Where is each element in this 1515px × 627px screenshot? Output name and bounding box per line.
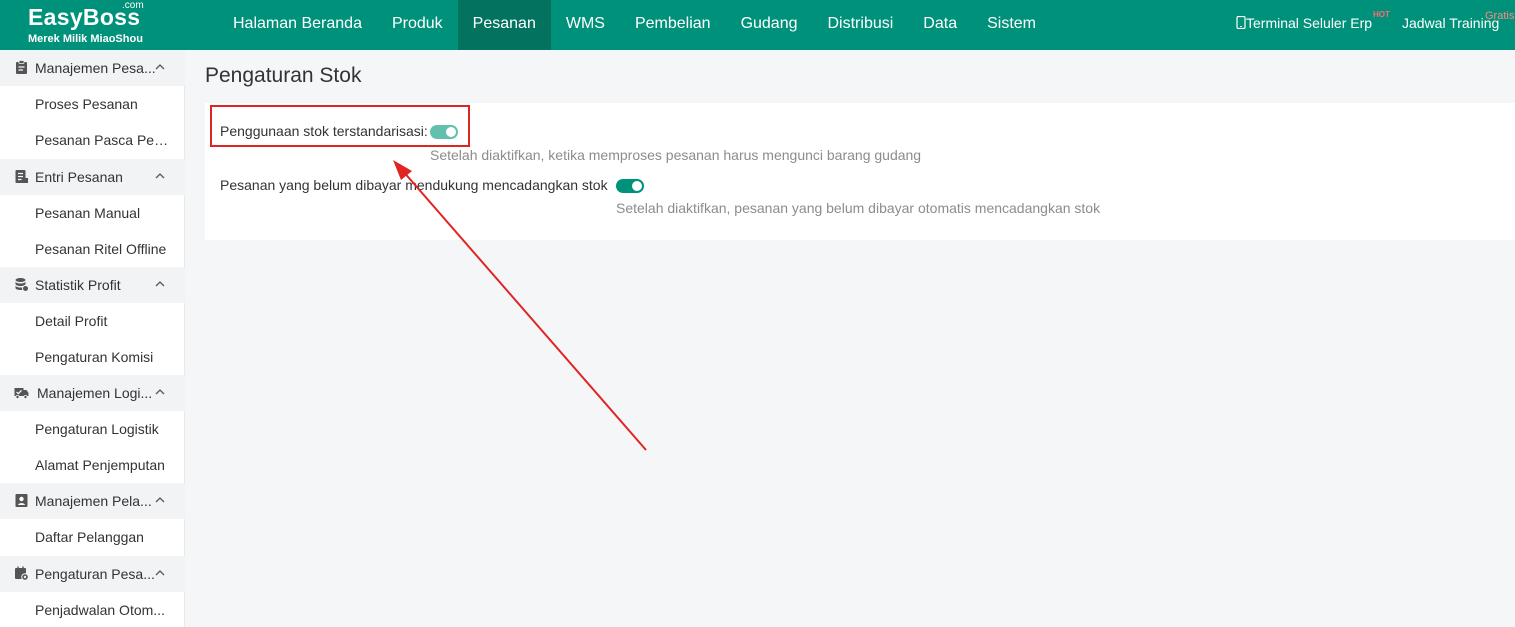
sidebar-group-pengaturan-pesanan[interactable]: Pengaturan Pesa...	[0, 556, 185, 592]
sidebar-group-label: Manajemen Pela...	[35, 493, 152, 509]
sidebar-group-label: Statistik Profit	[35, 277, 121, 293]
sidebar-item-pengaturan-komisi[interactable]: Pengaturan Komisi	[0, 339, 185, 375]
chevron-up-icon	[155, 173, 165, 179]
chevron-up-icon	[155, 281, 165, 287]
sidebar-group-label: Manajemen Logi...	[37, 385, 153, 401]
sidebar-item-pesanan-pasca[interactable]: Pesanan Pasca Penj...	[0, 122, 185, 158]
top-navbar: EasyBoss .com Merek Milik MiaoShou Halam…	[0, 0, 1515, 50]
unpaid-reserve-stock-toggle[interactable]	[616, 179, 644, 193]
logo[interactable]: EasyBoss .com Merek Milik MiaoShou	[0, 0, 185, 50]
sidebar-item-detail-profit[interactable]: Detail Profit	[0, 303, 185, 339]
sidebar-item-alamat-penjemputan[interactable]: Alamat Penjemputan	[0, 447, 185, 483]
mobile-phone-icon	[1236, 15, 1246, 30]
nav-produk[interactable]: Produk	[377, 0, 458, 50]
chevron-up-icon	[155, 570, 165, 576]
nav-pesanan[interactable]: Pesanan	[457, 0, 551, 50]
sidebar-item-pengaturan-logistik[interactable]: Pengaturan Logistik	[0, 411, 185, 447]
logo-subtitle: Merek Milik MiaoShou	[28, 33, 143, 45]
truck-check-icon	[14, 388, 29, 399]
document-list-icon	[15, 170, 28, 183]
sidebar-item-proses-pesanan[interactable]: Proses Pesanan	[0, 86, 185, 122]
sidebar-group-entri-pesanan[interactable]: Entri Pesanan	[0, 159, 185, 195]
toggle-knob	[632, 181, 642, 191]
nav-halaman-beranda[interactable]: Halaman Beranda	[218, 0, 377, 50]
sidebar-group-label: Manajemen Pesa...	[35, 60, 156, 76]
sidebar-item-pesanan-manual[interactable]: Pesanan Manual	[0, 195, 185, 231]
annotation-arrow	[393, 160, 647, 451]
nav-data[interactable]: Data	[908, 0, 972, 50]
clipboard-icon	[16, 60, 27, 74]
settings-calendar-icon	[15, 566, 29, 581]
setting-hint-unpaid-reserve-stock: Setelah diaktifkan, pesanan yang belum d…	[616, 200, 1101, 216]
sidebar-item-penjadwalan-otomatis[interactable]: Penjadwalan Otom...	[0, 592, 185, 627]
setting-hint-standardized-stock: Setelah diaktifkan, ketika memproses pes…	[430, 147, 922, 163]
sidebar-group-manajemen-pelanggan[interactable]: Manajemen Pela...	[0, 483, 185, 519]
coin-stack-icon	[15, 278, 29, 292]
nav-wms[interactable]: WMS	[551, 0, 620, 50]
setting-label-unpaid-reserve-stock: Pesanan yang belum dibayar mendukung men…	[220, 177, 608, 193]
nav-gudang[interactable]: Gudang	[726, 0, 813, 50]
sidebar-group-label: Pengaturan Pesa...	[35, 566, 155, 582]
page-title: Pengaturan Stok	[205, 64, 362, 87]
chevron-up-icon	[155, 64, 165, 70]
sidebar: Manajemen Pesa... Proses Pesanan Pesanan…	[0, 50, 185, 627]
training-link[interactable]: Jadwal Training	[1402, 0, 1499, 50]
gratis-badge: Gratis	[1485, 10, 1515, 22]
nav-sistem[interactable]: Sistem	[972, 0, 1051, 50]
sidebar-item-pesanan-ritel-offline[interactable]: Pesanan Ritel Offline	[0, 231, 185, 267]
main-nav: Halaman Beranda Produk Pesanan WMS Pembe…	[218, 0, 1051, 50]
nav-pembelian[interactable]: Pembelian	[620, 0, 726, 50]
terminal-link[interactable]: Terminal Seluler Erp	[1236, 0, 1372, 50]
sidebar-group-label: Entri Pesanan	[35, 169, 123, 185]
contact-card-icon	[15, 494, 28, 507]
nav-distribusi[interactable]: Distribusi	[813, 0, 909, 50]
sidebar-item-daftar-pelanggan[interactable]: Daftar Pelanggan	[0, 519, 185, 555]
hot-badge: HOT	[1373, 10, 1390, 19]
terminal-label: Terminal Seluler Erp	[1246, 15, 1373, 31]
sidebar-group-manajemen-pesanan[interactable]: Manajemen Pesa...	[0, 50, 185, 86]
sidebar-group-manajemen-logistik[interactable]: Manajemen Logi...	[0, 375, 185, 411]
annotation-highlight-box	[210, 105, 470, 147]
sidebar-group-statistik-profit[interactable]: Statistik Profit	[0, 267, 185, 303]
logo-com: .com	[122, 0, 144, 11]
chevron-up-icon	[155, 389, 165, 395]
chevron-up-icon	[155, 497, 165, 503]
